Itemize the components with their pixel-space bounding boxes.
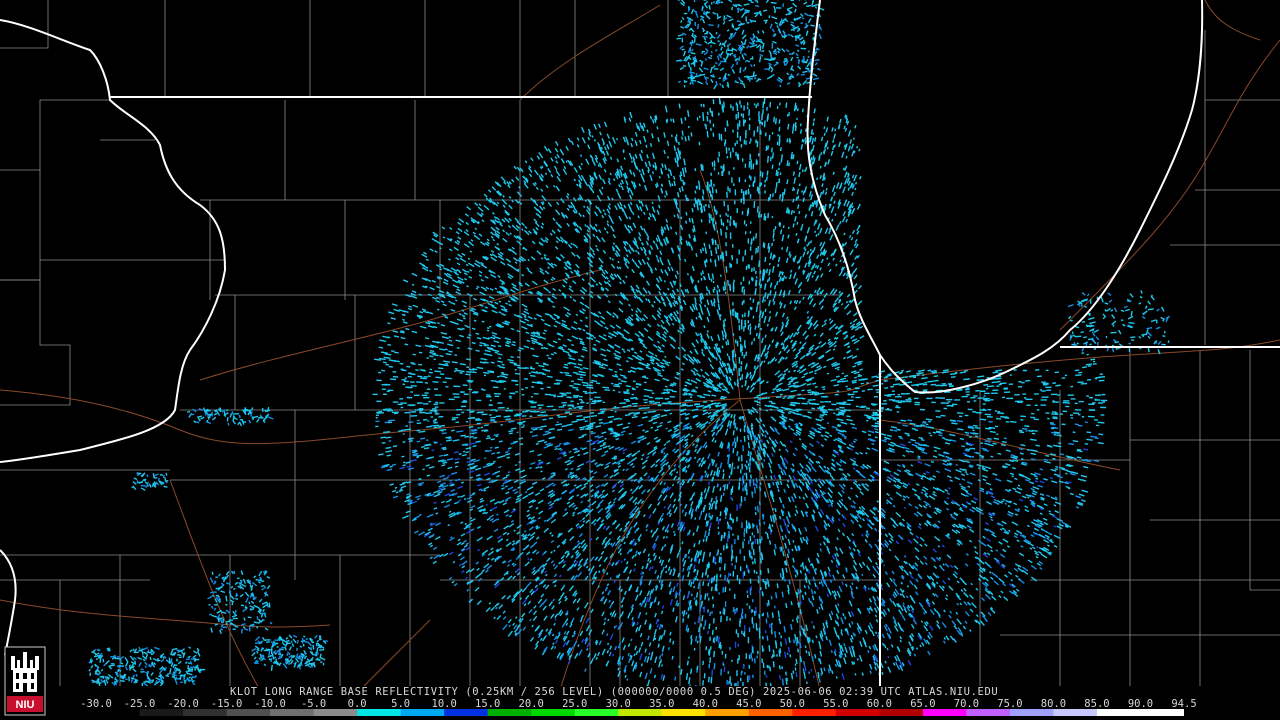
color-bar-segment xyxy=(357,709,402,716)
color-bar-segment xyxy=(705,709,750,716)
radar-map xyxy=(0,0,1280,688)
color-bar-segment xyxy=(444,709,489,716)
color-bar-segment xyxy=(96,709,141,716)
color-bar-segment xyxy=(531,709,576,716)
color-bar-segment xyxy=(139,709,184,716)
color-bar-segment xyxy=(966,709,1011,716)
color-scale-labels: -30.0 -25.0 -20.0 -15.0 -10.0 -5.0 0.0 5.0 10.0 1… xyxy=(80,698,1196,710)
color-bar-segment xyxy=(226,709,271,716)
color-bar-segment xyxy=(1140,709,1184,716)
color-bar-segment xyxy=(400,709,445,716)
color-bar-segment xyxy=(835,709,880,716)
color-bar-segment xyxy=(1009,709,1054,716)
reflectivity-color-bar xyxy=(96,709,1184,716)
color-bar-segment xyxy=(748,709,793,716)
product-caption: KLOT LONG RANGE BASE REFLECTIVITY (0.25K… xyxy=(230,686,999,698)
color-bar-segment xyxy=(313,709,358,716)
color-bar-segment xyxy=(183,709,228,716)
color-bar-segment xyxy=(574,709,619,716)
color-bar-segment xyxy=(1053,709,1098,716)
color-bar-segment xyxy=(487,709,532,716)
color-bar-segment xyxy=(1096,709,1141,716)
color-bar-segment xyxy=(879,709,924,716)
color-bar-segment xyxy=(618,709,663,716)
color-bar-segment xyxy=(661,709,706,716)
color-bar-segment xyxy=(922,709,967,716)
logo-text: NIU xyxy=(16,699,35,711)
color-bar-segment xyxy=(270,709,315,716)
color-bar-segment xyxy=(792,709,837,716)
niu-logo: NIU xyxy=(4,646,46,716)
